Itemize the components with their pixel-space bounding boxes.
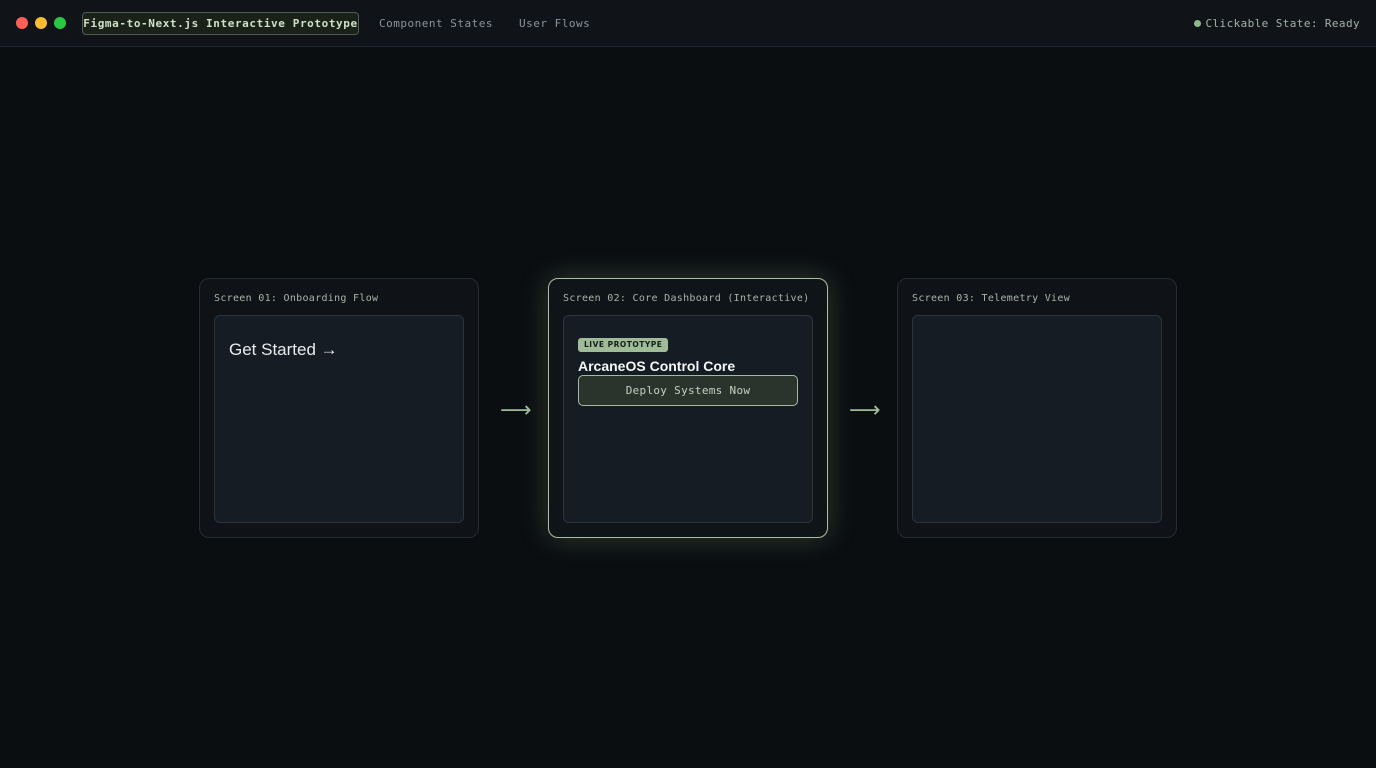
tab-interactive-prototype[interactable]: Figma-to-Next.js Interactive Prototype: [82, 12, 359, 35]
screen-onboarding-card[interactable]: Screen 01: Onboarding Flow Get Started →: [199, 278, 479, 538]
screen-preview-frame: Get Started →: [214, 315, 464, 523]
window-minimize-button[interactable]: [35, 17, 47, 29]
screen-preview-frame: LIVE PROTOTYPE ArcaneOS Control Core Dep…: [563, 315, 813, 523]
tab-user-flows[interactable]: User Flows: [519, 12, 590, 35]
clickable-state-status: Clickable State: Ready: [1193, 12, 1361, 35]
get-started-link[interactable]: Get Started →: [229, 340, 338, 360]
live-prototype-badge: LIVE PROTOTYPE: [578, 338, 669, 352]
screen-core-dashboard-card[interactable]: Screen 02: Core Dashboard (Interactive) …: [548, 278, 828, 538]
screen-preview-frame: [912, 315, 1162, 523]
screen-label: Screen 01: Onboarding Flow: [214, 293, 379, 304]
tab-component-states[interactable]: Component States: [379, 12, 493, 35]
screen-label: Screen 03: Telemetry View: [912, 293, 1071, 304]
screen-label: Screen 02: Core Dashboard (Interactive): [563, 293, 810, 304]
window-close-button[interactable]: [16, 17, 28, 29]
status-indicator-icon: [1193, 19, 1201, 27]
dashboard-title: ArcaneOS Control Core: [578, 358, 736, 374]
deploy-systems-button[interactable]: Deploy Systems Now: [578, 375, 798, 406]
flow-arrow-icon: ⟶: [849, 398, 881, 423]
status-text: Clickable State: Ready: [1205, 17, 1360, 30]
flow-arrow-icon: ⟶: [500, 398, 532, 423]
top-bar: Figma-to-Next.js Interactive Prototype C…: [0, 0, 1376, 47]
screen-telemetry-card[interactable]: Screen 03: Telemetry View: [897, 278, 1177, 538]
window-maximize-button[interactable]: [54, 17, 66, 29]
